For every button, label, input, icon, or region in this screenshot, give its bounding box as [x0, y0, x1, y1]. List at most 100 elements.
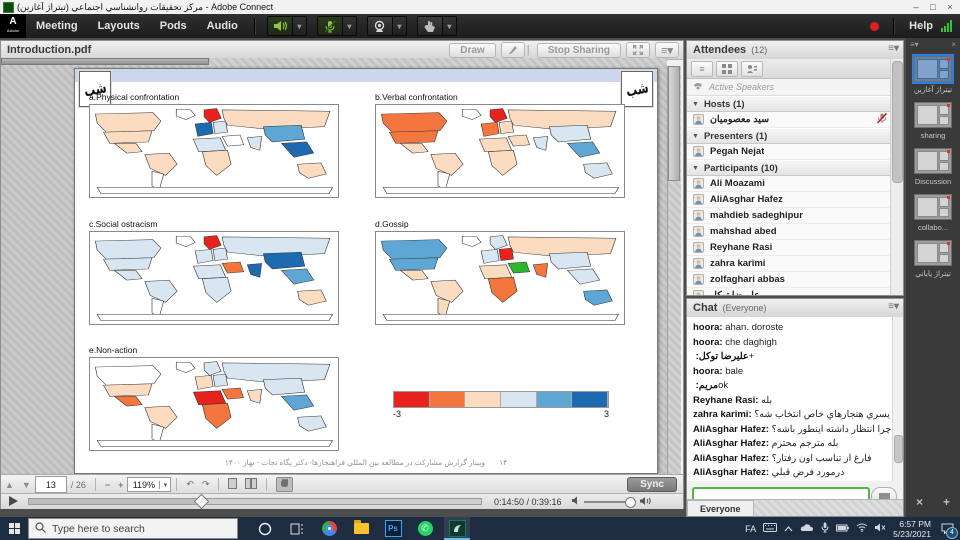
zoom-out-icon[interactable]: − [105, 480, 110, 490]
chat-scrollbar[interactable] [892, 317, 903, 481]
language-indicator[interactable]: FA [745, 524, 756, 534]
status-view-icon[interactable] [741, 61, 763, 77]
page-number-input[interactable] [35, 476, 67, 493]
pointer-tool-button[interactable] [501, 42, 525, 58]
webcam-icon [368, 17, 392, 35]
microphone-tray-icon[interactable] [821, 522, 829, 535]
onedrive-cloud-icon[interactable] [800, 523, 814, 534]
menu-item-meeting[interactable]: Meeting [26, 20, 88, 32]
playback-thumb[interactable] [194, 494, 210, 510]
attendees-pod-menu-icon[interactable]: ≡▾ [888, 43, 899, 54]
start-button[interactable] [0, 517, 28, 540]
attendee-row[interactable]: mahshad abed [687, 224, 891, 240]
vertical-scrollbar[interactable] [667, 66, 681, 474]
minimize-button[interactable]: – [908, 1, 924, 13]
show-hidden-icons-chevron[interactable] [784, 524, 793, 534]
page-down-icon[interactable]: ▼ [22, 480, 31, 490]
grid-view-icon[interactable] [716, 61, 738, 77]
playback-progress[interactable] [28, 498, 482, 505]
volume-knob[interactable] [625, 497, 636, 508]
legend-color [537, 392, 573, 407]
page-up-icon[interactable]: ▲ [5, 480, 14, 490]
share-pod-menu-icon[interactable]: ≡▾ [655, 42, 679, 58]
fullscreen-icon[interactable] [626, 42, 650, 58]
attendee-row[interactable]: mahdieb sadeghipur [687, 208, 891, 224]
layouts-menu-icon[interactable]: ≡▾ [910, 40, 919, 52]
layout-thumbnail-active[interactable] [914, 56, 952, 82]
zoom-in-icon[interactable]: + [118, 480, 123, 490]
attendee-section-header[interactable]: ▼Presenters (1) [687, 128, 891, 144]
layout-thumbnail-item[interactable] [914, 102, 952, 128]
volume-slider[interactable] [584, 501, 636, 503]
chat-tabs-bar: Everyone [687, 499, 903, 516]
microphone-button[interactable]: ▾ [317, 16, 357, 36]
layout-thumbnail-item[interactable] [914, 240, 952, 266]
attendee-row[interactable]: عليرضا توكل [687, 288, 891, 295]
file-explorer-icon[interactable] [348, 517, 374, 540]
attendee-row[interactable]: Reyhane Rasi [687, 240, 891, 256]
menu-item-layouts[interactable]: Layouts [88, 20, 150, 32]
playback-bar: 0:14:50 / 0:39:16 [1, 493, 683, 509]
close-button[interactable]: × [942, 1, 958, 13]
play-icon[interactable] [9, 496, 18, 508]
redo-icon[interactable]: ↷ [202, 479, 210, 490]
undo-icon[interactable]: ↶ [186, 479, 194, 490]
attendees-scrollbar[interactable] [890, 59, 903, 295]
help-menu[interactable]: Help [909, 20, 933, 32]
speaker-dropdown[interactable]: ▾ [292, 17, 306, 35]
two-page-icon[interactable] [245, 478, 257, 491]
speaker-button[interactable]: ▾ [267, 16, 307, 36]
layouts-delete-icon[interactable]: × [916, 495, 923, 509]
attendee-row[interactable]: zolfaghari abbas [687, 272, 891, 288]
draw-button[interactable]: Draw [449, 43, 495, 58]
app-icon [3, 2, 14, 13]
menu-item-audio[interactable]: Audio [197, 20, 248, 32]
layout-thumbnail-item[interactable] [914, 148, 952, 174]
wifi-icon[interactable] [856, 523, 868, 534]
hand-tool-button[interactable] [276, 477, 293, 492]
task-view-icon[interactable] [284, 517, 310, 540]
layouts-close-icon[interactable]: × [951, 40, 956, 52]
stop-sharing-button[interactable]: Stop Sharing [537, 43, 621, 58]
taskbar-clock[interactable]: 6:57 PM 5/23/2021 [893, 519, 931, 539]
attendee-section-header[interactable]: ▼Hosts (1) [687, 96, 891, 112]
layouts-add-icon[interactable]: + [943, 495, 950, 509]
cortana-icon[interactable] [252, 517, 278, 540]
attendee-row[interactable]: zahra karimi [687, 256, 891, 272]
chrome-icon[interactable] [316, 517, 342, 540]
battery-icon[interactable] [836, 524, 849, 534]
microphone-dropdown[interactable]: ▾ [342, 17, 356, 35]
world-map-1: a.Physical confrontation [89, 92, 337, 198]
sync-button[interactable]: Sync [627, 477, 677, 492]
raise-hand-dropdown[interactable]: ▾ [442, 17, 456, 35]
single-page-icon[interactable] [228, 478, 237, 491]
maximize-button[interactable]: □ [925, 1, 941, 13]
notification-center-icon[interactable]: 4 [938, 521, 956, 537]
tab-everyone[interactable]: Everyone [687, 500, 754, 516]
photoshop-icon[interactable]: Ps [380, 517, 406, 540]
attendee-row[interactable]: AliAsghar Hafez [687, 192, 891, 208]
attendee-row[interactable]: Ali Moazami [687, 176, 891, 192]
volume-mute-icon[interactable] [572, 496, 580, 507]
raise-hand-button[interactable]: ▾ [417, 16, 457, 36]
keyboard-icon[interactable] [763, 523, 777, 534]
zoom-level-select[interactable]: 119%▾ [127, 477, 171, 492]
volume-loud-icon[interactable] [640, 496, 652, 508]
list-view-icon[interactable]: ≡ [691, 61, 713, 77]
chat-pod-menu-icon[interactable]: ≡▾ [888, 301, 899, 312]
adobe-connect-taskbar-icon[interactable] [444, 517, 470, 540]
active-speakers-icon [693, 81, 704, 93]
attendees-title: Attendees [693, 44, 746, 56]
whatsapp-icon[interactable]: ✆ [412, 517, 438, 540]
menu-item-pods[interactable]: Pods [150, 20, 197, 32]
taskbar-search[interactable]: Type here to search [28, 518, 238, 539]
adobe-connect-window: مركز تحقيقات روانشناسي اجتماعي (تيتراژ آ… [0, 0, 960, 540]
attendee-section-header[interactable]: ▼Participants (10) [687, 160, 891, 176]
slide-footer-text: وبينار گزارش مشاركت در مطالعه بين المللي… [225, 458, 485, 467]
webcam-button[interactable]: ▾ [367, 16, 407, 36]
speaker-tray-icon[interactable] [875, 523, 886, 534]
webcam-dropdown[interactable]: ▾ [392, 17, 406, 35]
attendee-row[interactable]: سيد معصوميان [687, 112, 891, 128]
layout-thumbnail-item[interactable] [914, 194, 952, 220]
attendee-row[interactable]: Pegah Nejat [687, 144, 891, 160]
